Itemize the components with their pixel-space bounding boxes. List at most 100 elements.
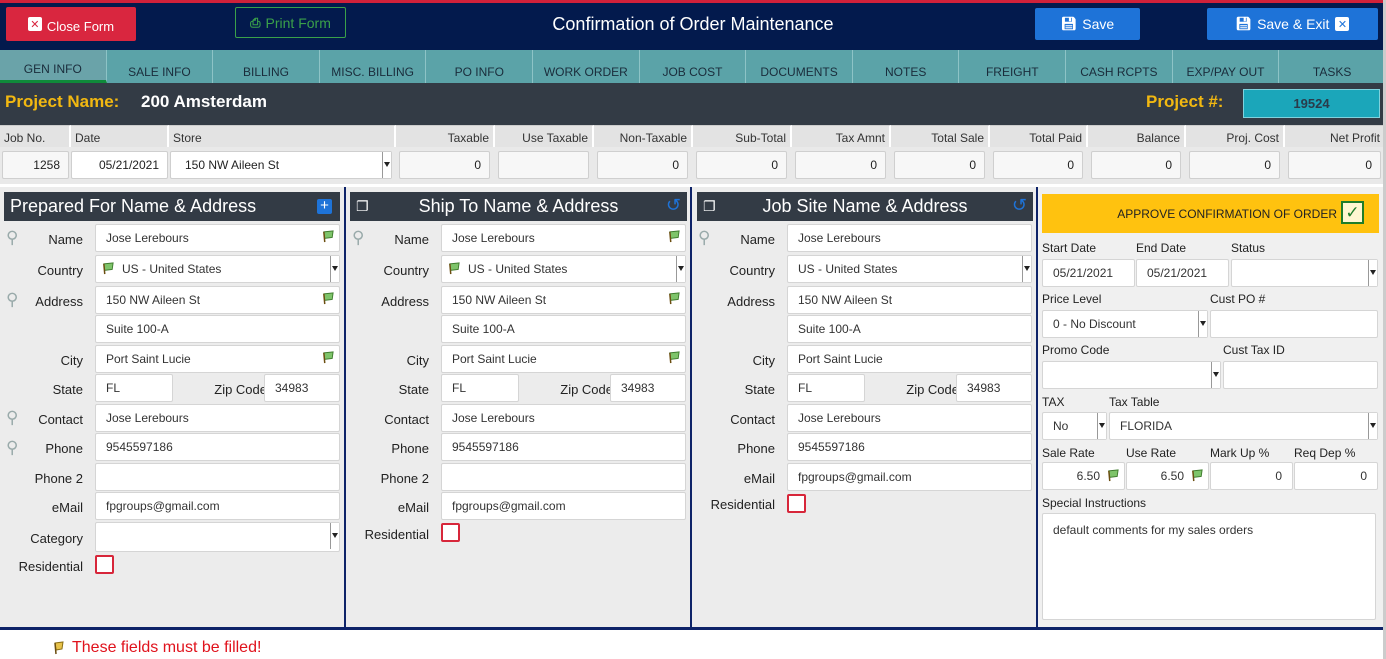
address-field[interactable]: 150 NW Aileen St <box>441 286 686 314</box>
print-form-button[interactable]: ⎙ Print Form <box>235 7 346 38</box>
email-field[interactable]: fpgroups@gmail.com <box>787 463 1032 491</box>
city-field[interactable]: Port Saint Lucie <box>95 345 340 373</box>
close-form-button[interactable]: ✕ Close Form <box>6 7 136 41</box>
add-icon[interactable]: + <box>317 198 332 214</box>
approve-checkbox[interactable]: ✓ <box>1341 201 1364 224</box>
cust-po-field[interactable] <box>1210 310 1378 338</box>
tax-select[interactable]: No <box>1042 412 1107 440</box>
phone-field[interactable]: 9545597186 <box>787 433 1032 461</box>
residential-checkbox[interactable] <box>95 555 114 574</box>
tab-exp-pay-out[interactable]: EXP/PAY OUT <box>1173 50 1280 83</box>
state-field[interactable]: FL <box>95 374 173 402</box>
required-flag-icon <box>1192 469 1203 482</box>
tab-tasks[interactable]: TASKS <box>1279 50 1386 83</box>
name-field[interactable]: Jose Lerebours <box>787 224 1032 252</box>
contact-field[interactable]: Jose Lerebours <box>441 404 686 432</box>
reset-icon[interactable]: ↺ <box>1012 195 1027 216</box>
tax-table-select[interactable]: FLORIDA <box>1109 412 1378 440</box>
address2-field[interactable]: Suite 100-A <box>95 315 340 343</box>
project-number-label: Project #: <box>1146 92 1224 111</box>
category-select[interactable] <box>95 522 340 552</box>
markup-field[interactable]: 0 <box>1210 462 1293 490</box>
residential-checkbox[interactable] <box>787 494 806 513</box>
address2-field[interactable]: Suite 100-A <box>441 315 686 343</box>
address-field[interactable]: 150 NW Aileen St <box>787 286 1032 314</box>
summary-value: 0 <box>1091 151 1181 179</box>
ship-to-header: ❐ Ship To Name & Address ↺ <box>350 192 687 221</box>
email-field[interactable]: fpgroups@gmail.com <box>95 492 340 520</box>
field-label: City <box>60 353 83 368</box>
zip-field[interactable]: 34983 <box>264 374 340 402</box>
status-select[interactable] <box>1231 259 1378 287</box>
phone2-field[interactable] <box>95 463 340 491</box>
start-date-field[interactable]: 05/21/2021 <box>1042 259 1135 287</box>
city-field[interactable]: Port Saint Lucie <box>787 345 1032 373</box>
contact-field[interactable]: Jose Lerebours <box>787 404 1032 432</box>
search-icon[interactable]: ⚲ <box>352 228 364 248</box>
end-date-field[interactable]: 05/21/2021 <box>1136 259 1229 287</box>
field-label: City <box>406 353 429 368</box>
email-field[interactable]: fpgroups@gmail.com <box>441 492 686 520</box>
tab-po-info[interactable]: PO INFO <box>426 50 534 83</box>
reset-icon[interactable]: ↺ <box>666 195 681 216</box>
tab-billing[interactable]: BILLING <box>213 50 320 83</box>
phone-field[interactable]: 9545597186 <box>95 433 340 461</box>
copy-icon[interactable]: ❐ <box>703 198 716 215</box>
field-label: eMail <box>397 500 429 515</box>
field-label: Phone <box>45 441 83 456</box>
chevron-down-icon <box>384 162 390 167</box>
summary-label: Tax Amnt <box>792 125 891 147</box>
phone2-field[interactable] <box>441 463 686 491</box>
address-field[interactable]: 150 NW Aileen St <box>95 286 340 314</box>
field-label: End Date <box>1136 241 1187 255</box>
tab-work-order[interactable]: WORK ORDER <box>533 50 640 83</box>
field-label: Country <box>383 263 429 278</box>
address2-field[interactable]: Suite 100-A <box>787 315 1032 343</box>
tab-gen-info[interactable]: GEN INFO <box>0 50 107 83</box>
price-level-select[interactable]: 0 - No Discount <box>1042 310 1208 338</box>
summary-label: Taxable <box>396 125 495 147</box>
tab-documents[interactable]: DOCUMENTS <box>746 50 853 83</box>
project-number-field[interactable]: 19524 <box>1243 89 1380 118</box>
city-field[interactable]: Port Saint Lucie <box>441 345 686 373</box>
zip-field[interactable]: 34983 <box>610 374 686 402</box>
date-field[interactable]: 05/21/2021 <box>71 151 168 179</box>
contact-field[interactable]: Jose Lerebours <box>95 404 340 432</box>
search-icon[interactable]: ⚲ <box>6 228 18 248</box>
special-instructions-field[interactable]: default comments for my sales orders <box>1042 513 1376 620</box>
summary-value: 0 <box>1189 151 1280 179</box>
field-label: Use Rate <box>1126 446 1177 460</box>
tab-cash-rcpts[interactable]: CASH RCPTS <box>1066 50 1173 83</box>
field-label: Sale Rate <box>1042 446 1095 460</box>
req-dep-field[interactable]: 0 <box>1294 462 1378 490</box>
field-label: Mark Up % <box>1210 446 1270 460</box>
tab-sale-info[interactable]: SALE INFO <box>107 50 214 83</box>
tab-job-cost[interactable]: JOB COST <box>640 50 747 83</box>
tab-freight[interactable]: FREIGHT <box>959 50 1067 83</box>
save-exit-button[interactable]: 💾︎ Save & Exit ✕ <box>1207 8 1378 40</box>
zip-field[interactable]: 34983 <box>956 374 1032 402</box>
state-field[interactable]: FL <box>441 374 519 402</box>
save-button[interactable]: 💾︎ Save <box>1035 8 1140 40</box>
job-no-field[interactable]: 1258 <box>2 151 69 179</box>
name-field[interactable]: Jose Lerebours <box>95 224 340 252</box>
search-icon[interactable]: ⚲ <box>6 290 18 310</box>
country-select[interactable]: US - United States <box>95 255 340 283</box>
country-select[interactable]: US - United States <box>441 255 686 283</box>
approve-banner[interactable]: APPROVE CONFIRMATION OF ORDER <box>1042 194 1379 233</box>
copy-icon[interactable]: ❐ <box>356 198 369 215</box>
name-field[interactable]: Jose Lerebours <box>441 224 686 252</box>
required-flag-icon <box>54 641 64 655</box>
store-select[interactable]: 150 NW Aileen St <box>170 151 392 179</box>
state-field[interactable]: FL <box>787 374 865 402</box>
chevron-down-icon <box>678 266 684 271</box>
phone-field[interactable]: 9545597186 <box>441 433 686 461</box>
search-icon[interactable]: ⚲ <box>698 228 710 248</box>
country-select[interactable]: US - United States <box>787 255 1032 283</box>
cust-tax-id-field[interactable] <box>1223 361 1378 389</box>
tab-misc-billing[interactable]: MISC. BILLING <box>320 50 427 83</box>
residential-checkbox[interactable] <box>441 523 460 542</box>
summary-label: Use Taxable <box>495 125 594 147</box>
tab-notes[interactable]: NOTES <box>853 50 960 83</box>
promo-code-select[interactable] <box>1042 361 1221 389</box>
